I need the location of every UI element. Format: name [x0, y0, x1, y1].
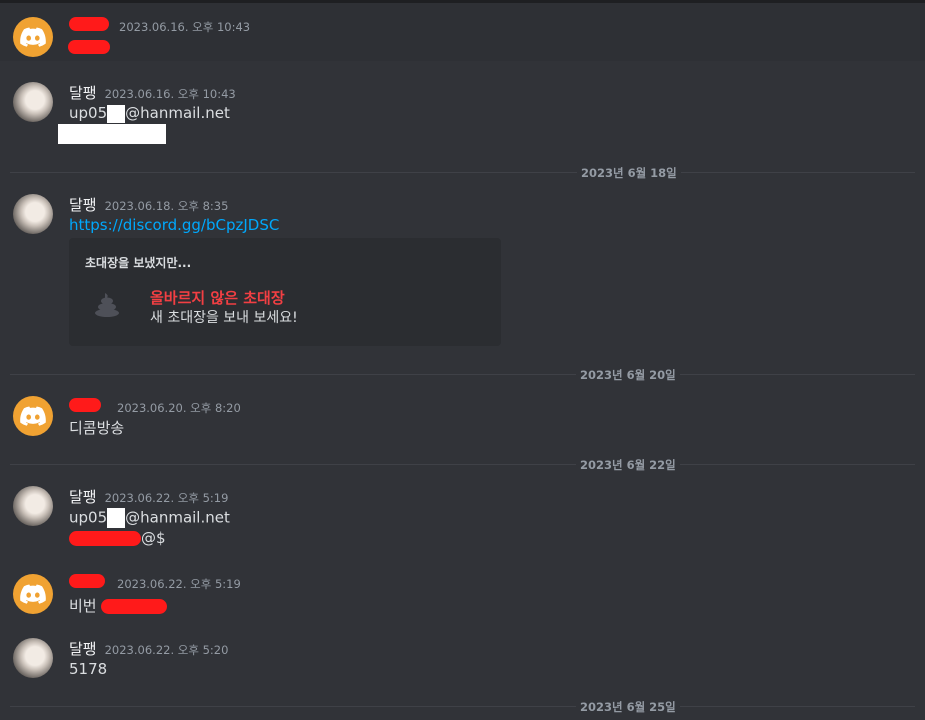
- redacted-username: [69, 574, 105, 588]
- message-author[interactable]: 달팽: [69, 82, 97, 103]
- message-author[interactable]: 달팽: [69, 638, 97, 659]
- message-timestamp[interactable]: 2023.06.16. 오후 10:43: [119, 19, 250, 35]
- message-content: 5178: [69, 660, 108, 678]
- invite-header: 초대장을 보냈지만...: [85, 256, 192, 270]
- message-header: 2023.06.22. 오후 5:19: [69, 574, 241, 592]
- message-timestamp[interactable]: 2023.06.22. 오후 5:19: [105, 490, 229, 506]
- message-text-start: 비번: [69, 597, 97, 615]
- redacted-content: [101, 599, 168, 614]
- message-item[interactable]: 달팽 2023.06.22. 오후 5:19 up05 @hanmail.net …: [0, 476, 925, 556]
- message-item[interactable]: 달팽 2023.06.22. 오후 5:20 5178: [0, 628, 925, 688]
- message-author[interactable]: 달팽: [69, 486, 97, 507]
- invite-error-subtitle: 새 초대장을 보내 보세요!: [150, 310, 298, 326]
- invite-error-title: 올바르지 않은 초대장: [150, 289, 285, 307]
- invite-embed: 초대장을 보냈지만... 올바르지 않은 초대장 새 초대장을 보내 보세요!: [69, 238, 501, 346]
- message-content: up05 @hanmail.net: [69, 508, 230, 528]
- message-timestamp[interactable]: 2023.06.18. 오후 8:35: [105, 198, 229, 214]
- redacted-username: [69, 17, 109, 31]
- message-header: 달팽 2023.06.22. 오후 5:19: [69, 486, 228, 507]
- discord-icon[interactable]: [13, 396, 53, 436]
- message-text-start: up05: [69, 104, 108, 122]
- discord-icon[interactable]: [13, 574, 53, 614]
- redacted-content: [58, 124, 166, 144]
- user-avatar[interactable]: [13, 194, 53, 234]
- message-content: 비번: [69, 595, 168, 616]
- invite-link[interactable]: https://discord.gg/bCpzJDSC: [69, 216, 279, 234]
- message-text-end: @hanmail.net: [125, 104, 230, 122]
- message-header: 2023.06.20. 오후 8:20: [69, 398, 241, 416]
- message-content: 디콤방송: [69, 419, 125, 437]
- redacted-content: [68, 40, 110, 54]
- date-divider: [10, 464, 915, 465]
- date-divider: [10, 172, 915, 173]
- message-author[interactable]: 달팽: [69, 194, 97, 215]
- message-content: up05 @hanmail.net: [69, 104, 230, 123]
- message-item[interactable]: 2023.06.22. 오후 5:19 비번: [0, 564, 925, 620]
- message-text-end: @$: [141, 529, 166, 547]
- date-divider-label: 2023년 6월 25일: [576, 699, 680, 715]
- message-text-start: up05: [69, 508, 108, 527]
- chat-messages: 2023.06.16. 오후 10:43 달팽 2023.06.16. 오후 1…: [0, 0, 925, 720]
- user-avatar[interactable]: [13, 638, 53, 678]
- message-header: 달팽 2023.06.16. 오후 10:43: [69, 82, 236, 103]
- poop-icon: [95, 293, 119, 317]
- date-divider: [10, 706, 915, 707]
- redacted-content: [107, 508, 126, 528]
- message-header: 달팽 2023.06.18. 오후 8:35: [69, 194, 228, 215]
- user-avatar[interactable]: [13, 486, 53, 526]
- message-text-end: @hanmail.net: [125, 508, 230, 527]
- message-item[interactable]: 2023.06.20. 오후 8:20 디콤방송: [0, 386, 925, 448]
- message-timestamp[interactable]: 2023.06.22. 오후 5:19: [117, 576, 241, 592]
- message-header: 2023.06.16. 오후 10:43: [69, 17, 250, 35]
- message-timestamp[interactable]: 2023.06.22. 오후 5:20: [105, 642, 229, 658]
- message-timestamp[interactable]: 2023.06.16. 오후 10:43: [105, 86, 236, 102]
- message-item[interactable]: 달팽 2023.06.16. 오후 10:43 up05 @hanmail.net: [0, 72, 925, 152]
- message-content: @$: [69, 529, 166, 547]
- date-divider-label: 2023년 6월 18일: [577, 165, 681, 181]
- redacted-content: [107, 104, 126, 123]
- redacted-username: [69, 398, 101, 412]
- date-divider-label: 2023년 6월 20일: [576, 367, 680, 383]
- date-divider-label: 2023년 6월 22일: [576, 457, 680, 473]
- redacted-content: [69, 531, 141, 546]
- message-item[interactable]: 2023.06.16. 오후 10:43: [0, 3, 925, 61]
- date-divider: [10, 374, 915, 375]
- discord-icon[interactable]: [13, 17, 53, 57]
- user-avatar[interactable]: [13, 82, 53, 122]
- message-timestamp[interactable]: 2023.06.20. 오후 8:20: [117, 400, 241, 416]
- message-header: 달팽 2023.06.22. 오후 5:20: [69, 638, 228, 659]
